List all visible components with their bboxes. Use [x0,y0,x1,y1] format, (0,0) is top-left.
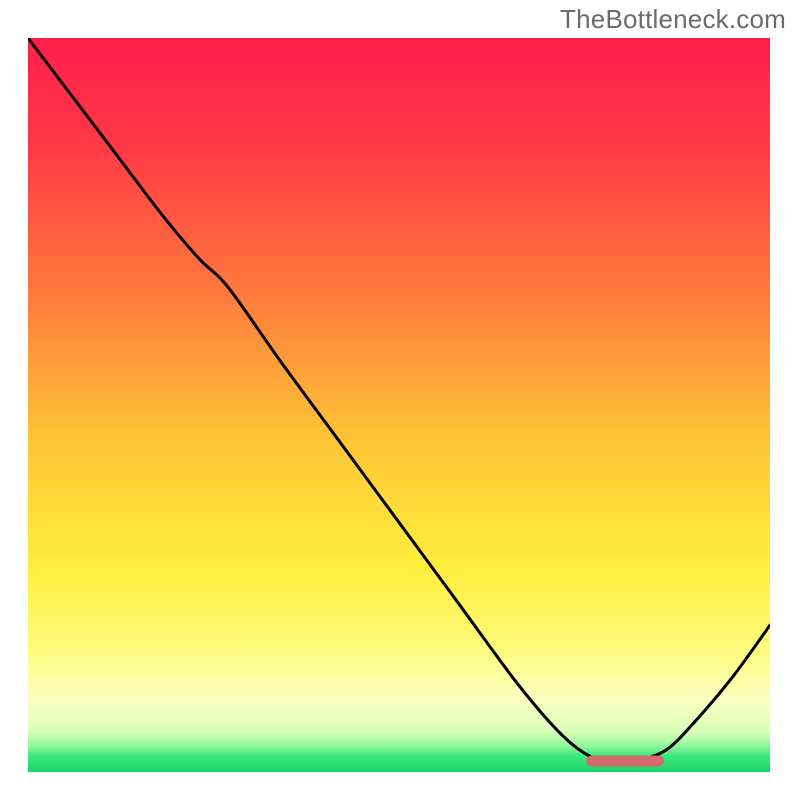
chart-svg [0,0,800,800]
gradient-background [28,38,770,772]
chart-stage: { "watermark": "TheBottleneck.com", "cha… [0,0,800,800]
watermark-text: TheBottleneck.com [560,4,786,35]
